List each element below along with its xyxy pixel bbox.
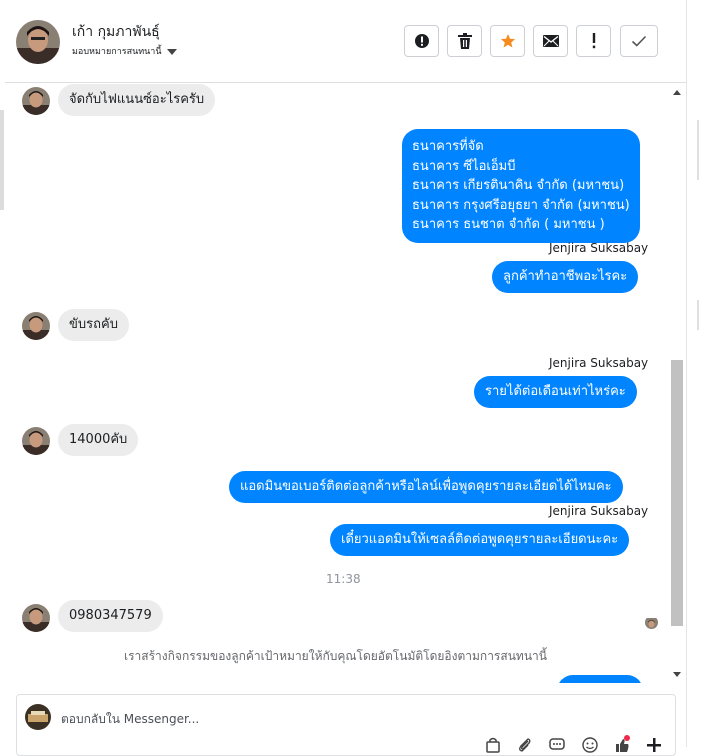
mark-unread-button[interactable] <box>533 25 568 57</box>
page-avatar <box>25 704 51 730</box>
outgoing-message[interactable]: แอดมินขอเบอร์ติดต่อลูกค้าหรือไลน์เพื่อพู… <box>229 471 623 503</box>
outgoing-message-partial[interactable] <box>557 675 643 683</box>
message-scrollbar[interactable] <box>670 84 684 682</box>
sender-name: Jenjira Suksabay <box>549 356 649 370</box>
caret-down-icon <box>166 48 177 55</box>
message-line: ธนาคาร ธนชาต จำกัด ( มหาชน ) <box>412 217 605 232</box>
star-button[interactable] <box>490 25 525 57</box>
contact-avatar[interactable] <box>16 20 60 64</box>
seen-indicator-avatar <box>645 616 658 629</box>
chat-window: เก้า กุมภาพันธุ์ มอบหมายการสนทนานี้ จัดก… <box>0 0 704 756</box>
message-line: ธนาคารที่จัด <box>412 139 484 154</box>
message-timestamp: 11:38 <box>326 572 361 586</box>
delete-button[interactable] <box>447 25 482 57</box>
scroll-up-arrow-icon[interactable] <box>673 90 681 95</box>
incoming-message[interactable]: จัดกับไฟแนนซ์อะไรครับ <box>58 84 216 116</box>
saved-reply-icon[interactable] <box>547 735 567 755</box>
notification-dot <box>624 735 630 741</box>
emoji-icon[interactable] <box>580 735 600 755</box>
exclamation-circle-icon <box>414 34 429 48</box>
message-line: ธนาคาร เกียรตินาคิน จำกัด (มหาชน) <box>412 178 625 193</box>
left-scroll-edge <box>0 110 4 210</box>
contact-name: เก้า กุมภาพันธุ์ <box>72 24 160 40</box>
more-icon[interactable] <box>644 735 664 755</box>
report-button[interactable] <box>404 25 439 57</box>
bag-icon[interactable] <box>483 735 503 755</box>
exclamation-icon <box>592 33 595 49</box>
spam-button[interactable] <box>576 25 611 57</box>
contact-avatar-small <box>22 312 50 340</box>
system-notice: เราสร้างกิจกรรมของลูกค้าเป้าหมายให้กับคุ… <box>124 649 547 663</box>
contact-avatar-small <box>22 87 50 115</box>
envelope-icon <box>542 35 559 47</box>
incoming-message[interactable]: ขับรถคับ <box>58 309 129 341</box>
thumbs-up-icon[interactable] <box>612 735 632 755</box>
outgoing-message[interactable]: รายได้ต่อเดือนเท่าไหร่คะ <box>474 376 637 408</box>
check-icon <box>631 35 647 47</box>
incoming-message[interactable]: 14000คับ <box>58 424 139 456</box>
contact-avatar-small <box>22 604 50 632</box>
assign-conversation-dropdown[interactable]: มอบหมายการสนทนานี้ <box>72 44 177 58</box>
conversation-header: เก้า กุมภาพันธุ์ มอบหมายการสนทนานี้ <box>5 0 686 83</box>
outgoing-message[interactable]: เดี๋ยวแอดมินให้เซลล์ติดต่อพูดคุยรายละเอี… <box>330 524 630 556</box>
scroll-down-arrow-icon[interactable] <box>673 672 681 677</box>
assign-label: มอบหมายการสนทนานี้ <box>72 47 162 57</box>
right-panel-edge <box>686 0 704 747</box>
done-button[interactable] <box>620 25 658 57</box>
outgoing-message[interactable]: ลูกค้าทำอาชีพอะไรคะ <box>492 261 639 293</box>
contact-avatar-small <box>22 427 50 455</box>
reply-input[interactable]: ตอบกลับใน Messenger... <box>61 710 199 729</box>
outgoing-message-bank-list[interactable]: ธนาคารที่จัด ธนาคาร ซีไอเอ็มบี ธนาคาร เก… <box>402 129 640 243</box>
trash-icon <box>457 33 472 49</box>
message-line: ธนาคาร ซีไอเอ็มบี <box>412 158 516 174</box>
star-icon <box>500 34 515 48</box>
sender-name: Jenjira Suksabay <box>549 504 649 518</box>
message-line: ธนาคาร กรุงศรีอยุธยา จำกัด (มหาชน) <box>412 197 630 213</box>
sender-name: Jenjira Suksabay <box>549 241 649 255</box>
scrollbar-thumb[interactable] <box>671 360 683 626</box>
paperclip-icon[interactable] <box>515 735 535 755</box>
incoming-message[interactable]: 0980347579 <box>58 600 163 632</box>
message-list: จัดกับไฟแนนซ์อะไรครับ ธนาคารที่จัด ธนาคา… <box>5 83 670 683</box>
